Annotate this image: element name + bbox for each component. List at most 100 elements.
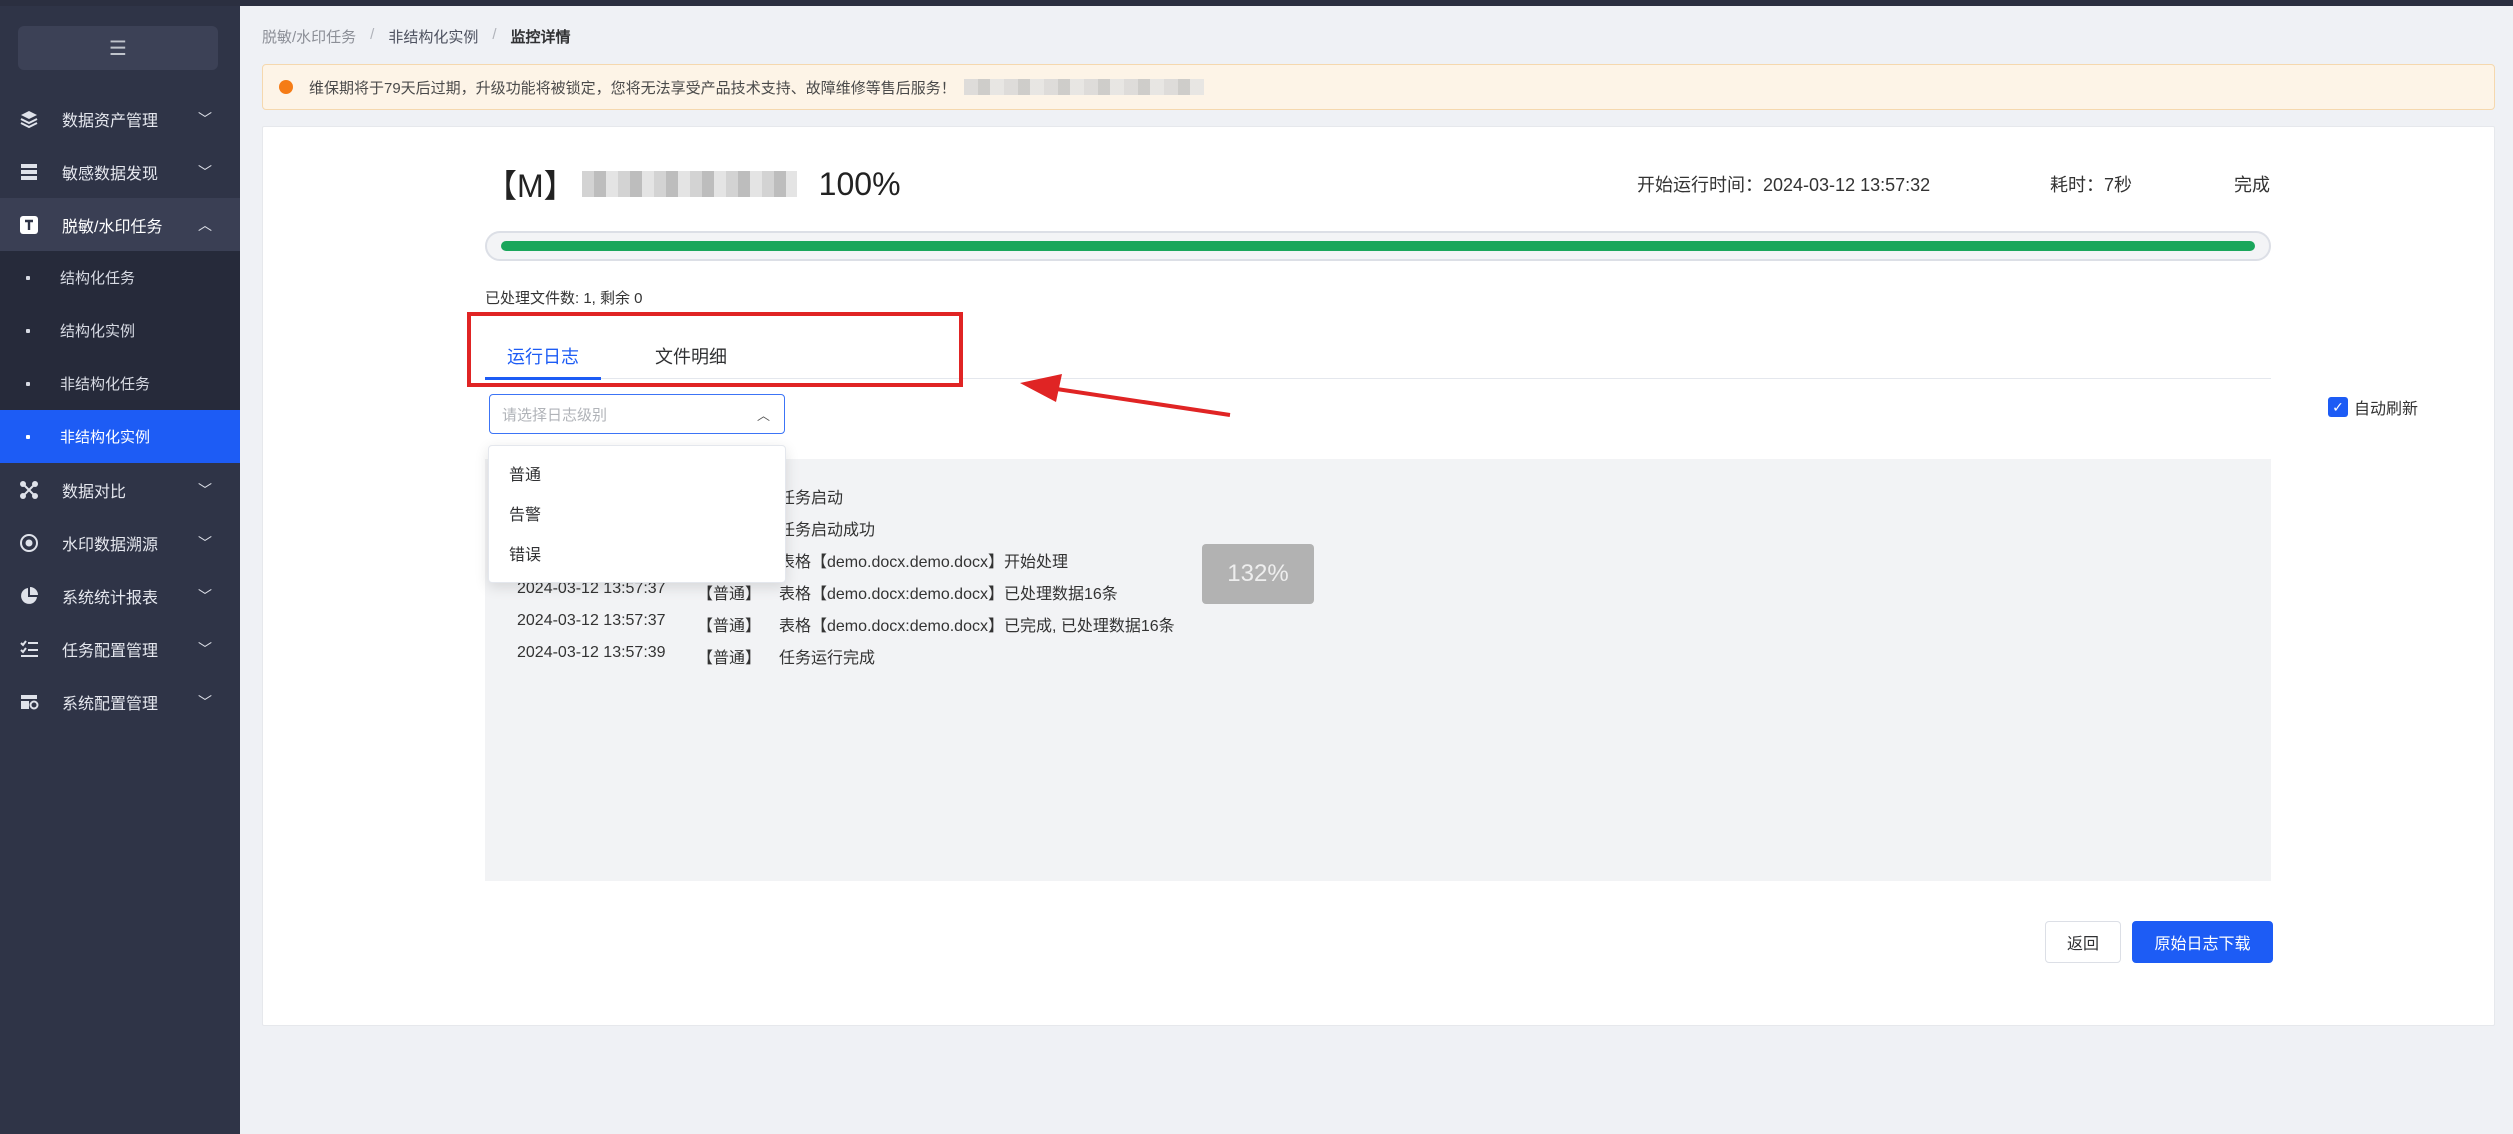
breadcrumb-separator: / — [492, 26, 497, 43]
sidebar-item-label: 水印数据溯源 — [62, 536, 159, 554]
duration: 耗时：7秒 — [2050, 175, 2133, 195]
sidebar-subitem-structured-instance[interactable]: 结构化实例 — [0, 304, 240, 357]
sidebar-item-sensitive-discovery[interactable]: 敏感数据发现 ﹀ — [0, 145, 240, 198]
log-time: 2024-03-12 13:57:37 — [517, 580, 666, 597]
check-icon: ✓ — [2327, 397, 2348, 417]
task-title: 【M】 100% — [485, 161, 901, 207]
compare-icon — [18, 479, 40, 501]
option-warning[interactable]: 告警 — [489, 496, 785, 536]
monitor-card: 【M】 100% 开始运行时间：2024-03-12 13:57:32 耗时：7… — [262, 126, 2495, 1026]
chevron-down-icon: ﹀ — [198, 640, 212, 657]
sidebar-collapse-button[interactable]: ☰ — [18, 26, 218, 70]
list-check-icon — [18, 638, 40, 660]
progress-bar — [485, 231, 2271, 261]
log-row: 2024-03-12 13:57:37 【普通】 表格【demo.docx:demo… — [517, 612, 1175, 636]
bullet-icon — [26, 381, 30, 386]
chevron-down-icon: ﹀ — [198, 534, 212, 551]
sidebar-item-label: 系统配置管理 — [62, 695, 159, 713]
log-row: 2024-03-12 13:57:39 【普通】 任务运行完成 — [517, 644, 875, 668]
redacted-contact — [963, 79, 1204, 95]
sidebar-item-label: 数据资产管理 — [62, 112, 159, 130]
sidebar-item-system-config[interactable]: 系统配置管理 ﹀ — [0, 675, 240, 728]
breadcrumb-separator: / — [370, 26, 375, 43]
pie-chart-icon — [18, 585, 40, 607]
sidebar: ☰ 数据资产管理 ﹀ 敏感数据发现 ﹀ 脱敏/水印任务 ︿ 结构化任务 结构化实… — [0, 6, 240, 1134]
chevron-up-icon: ︿ — [756, 408, 770, 423]
log-message: 表格【demo.docx:demo.docx】已处理数据16条 — [779, 586, 1118, 603]
zoom-level-badge: 132% — [1202, 544, 1314, 604]
log-level: 【普通】 — [697, 618, 762, 635]
bullet-icon — [26, 275, 30, 280]
redacted-task-name — [581, 171, 797, 197]
sidebar-subitem-unstructured-task[interactable]: 非结构化任务 — [0, 357, 240, 410]
sidebar-item-data-assets[interactable]: 数据资产管理 ﹀ — [0, 92, 240, 145]
top-bar — [0, 0, 2513, 6]
log-level: 【普通】 — [697, 586, 762, 603]
status-text: 完成 — [2234, 175, 2270, 195]
breadcrumb-link-unstructured-instance[interactable]: 非结构化实例 — [388, 26, 478, 47]
breadcrumb: 脱敏/水印任务 / 非结构化实例 / 监控详情 — [262, 26, 571, 47]
bullet-icon — [26, 328, 30, 333]
log-message: 表格【demo.docx:demo.docx】已完成, 已处理数据16条 — [779, 618, 1175, 635]
start-time: 开始运行时间：2024-03-12 13:57:32 — [1637, 171, 1930, 197]
log-level-placeholder: 请选择日志级别 — [502, 406, 608, 424]
sidebar-subitem-structured-task[interactable]: 结构化任务 — [0, 251, 240, 304]
sidebar-subitem-label: 非结构化任务 — [60, 376, 151, 393]
log-time: 2024-03-12 13:57:39 — [517, 644, 666, 661]
chevron-down-icon: ﹀ — [198, 693, 212, 710]
log-level-dropdown: 普通 告警 错误 — [488, 445, 786, 583]
target-icon — [18, 532, 40, 554]
sidebar-item-label: 脱敏/水印任务 — [62, 218, 163, 236]
task-percent: 100% — [818, 165, 901, 202]
task-title-prefix: 【M】 — [485, 168, 576, 204]
log-level: 【普通】 — [697, 650, 762, 667]
sidebar-item-label: 系统统计报表 — [62, 589, 159, 607]
chevron-down-icon: ﹀ — [198, 110, 212, 127]
maintenance-notice: 维保期将于79天后过期，升级功能将被锁定，您将无法享受产品技术支持、故障维修等售… — [262, 64, 2495, 110]
menu-fold-icon: ☰ — [109, 37, 127, 60]
sidebar-item-data-compare[interactable]: 数据对比 ﹀ — [0, 463, 240, 516]
sidebar-item-watermark-trace[interactable]: 水印数据溯源 ﹀ — [0, 516, 240, 569]
sidebar-item-mask-watermark[interactable]: 脱敏/水印任务 ︿ — [0, 198, 240, 251]
log-message: 任务启动 — [779, 490, 844, 507]
sidebar-item-label: 任务配置管理 — [62, 642, 159, 660]
sidebar-menu: 数据资产管理 ﹀ 敏感数据发现 ﹀ 脱敏/水印任务 ︿ 结构化任务 结构化实例 — [0, 92, 240, 728]
auto-refresh-checkbox[interactable]: ✓ 自动刷新 — [2327, 395, 2418, 419]
breadcrumb-link-mask-task[interactable]: 脱敏/水印任务 — [262, 26, 356, 47]
sidebar-item-label: 敏感数据发现 — [62, 165, 159, 183]
progress-bar-fill — [501, 241, 2255, 251]
annotation-arrow-icon — [1020, 374, 1231, 417]
sidebar-item-task-config[interactable]: 任务配置管理 ﹀ — [0, 622, 240, 675]
annotation-highlight-box — [467, 312, 963, 387]
sidebar-item-statistics[interactable]: 系统统计报表 ﹀ — [0, 569, 240, 622]
chevron-down-icon: ﹀ — [198, 481, 212, 498]
warning-dot-icon — [279, 80, 293, 94]
database-icon — [18, 161, 40, 183]
sidebar-subitem-label: 非结构化实例 — [60, 429, 151, 446]
log-row: 2024-03-12 13:57:37 【普通】 表格【demo.docx:demo… — [517, 580, 1118, 604]
sidebar-subitem-unstructured-instance[interactable]: 非结构化实例 — [0, 410, 240, 463]
sidebar-item-label: 数据对比 — [62, 483, 127, 501]
start-time-label: 开始运行时间： — [1637, 175, 1763, 195]
auto-refresh-label: 自动刷新 — [2353, 401, 2418, 418]
bullet-icon — [26, 434, 30, 439]
log-time: 2024-03-12 13:57:37 — [517, 612, 666, 629]
notice-text: 维保期将于79天后过期，升级功能将被锁定，您将无法享受产品技术支持、故障维修等售… — [309, 79, 956, 97]
option-error[interactable]: 错误 — [489, 536, 785, 576]
breadcrumb-current: 监控详情 — [510, 29, 571, 46]
log-message: 任务运行完成 — [779, 650, 876, 667]
processed-count: 已处理文件数: 1, 剩余 0 — [485, 290, 643, 307]
sidebar-subitem-label: 结构化任务 — [60, 270, 136, 287]
log-level-select[interactable]: 请选择日志级别 ︿ — [489, 394, 785, 434]
start-time-value: 2024-03-12 13:57:32 — [1763, 175, 1931, 195]
log-message: 表格【demo.docx.demo.docx】开始处理 — [779, 554, 1068, 571]
log-message: 任务启动成功 — [779, 522, 876, 539]
chevron-down-icon: ﹀ — [198, 163, 212, 180]
chevron-up-icon: ︿ — [198, 216, 212, 233]
sidebar-subitem-label: 结构化实例 — [60, 323, 136, 340]
download-log-button[interactable]: 原始日志下载 — [2132, 921, 2273, 963]
task-t-icon — [18, 214, 40, 236]
back-button[interactable]: 返回 — [2045, 921, 2121, 963]
settings-table-icon — [18, 691, 40, 713]
option-normal[interactable]: 普通 — [489, 456, 785, 496]
